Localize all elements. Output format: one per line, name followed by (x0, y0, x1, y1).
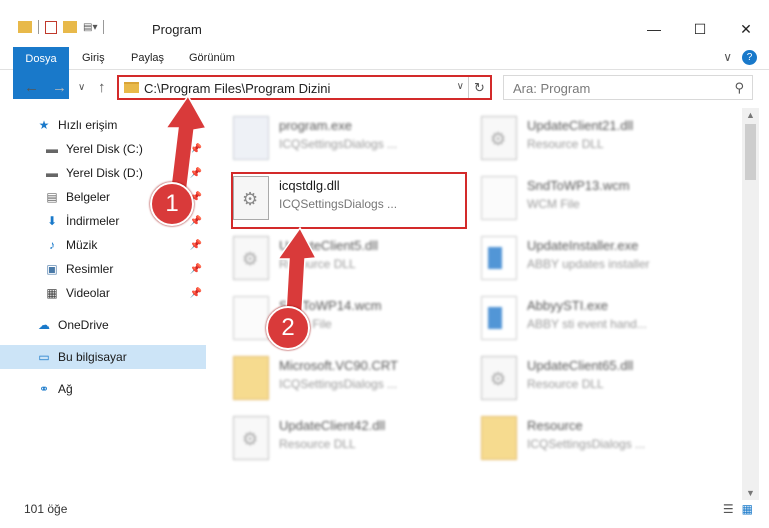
arrow-2 (276, 226, 318, 313)
step-badge-1: 1 (150, 182, 194, 226)
arrow-1 (164, 94, 208, 197)
step-badge-2: 2 (266, 306, 310, 350)
annotation-arrows (164, 94, 318, 313)
